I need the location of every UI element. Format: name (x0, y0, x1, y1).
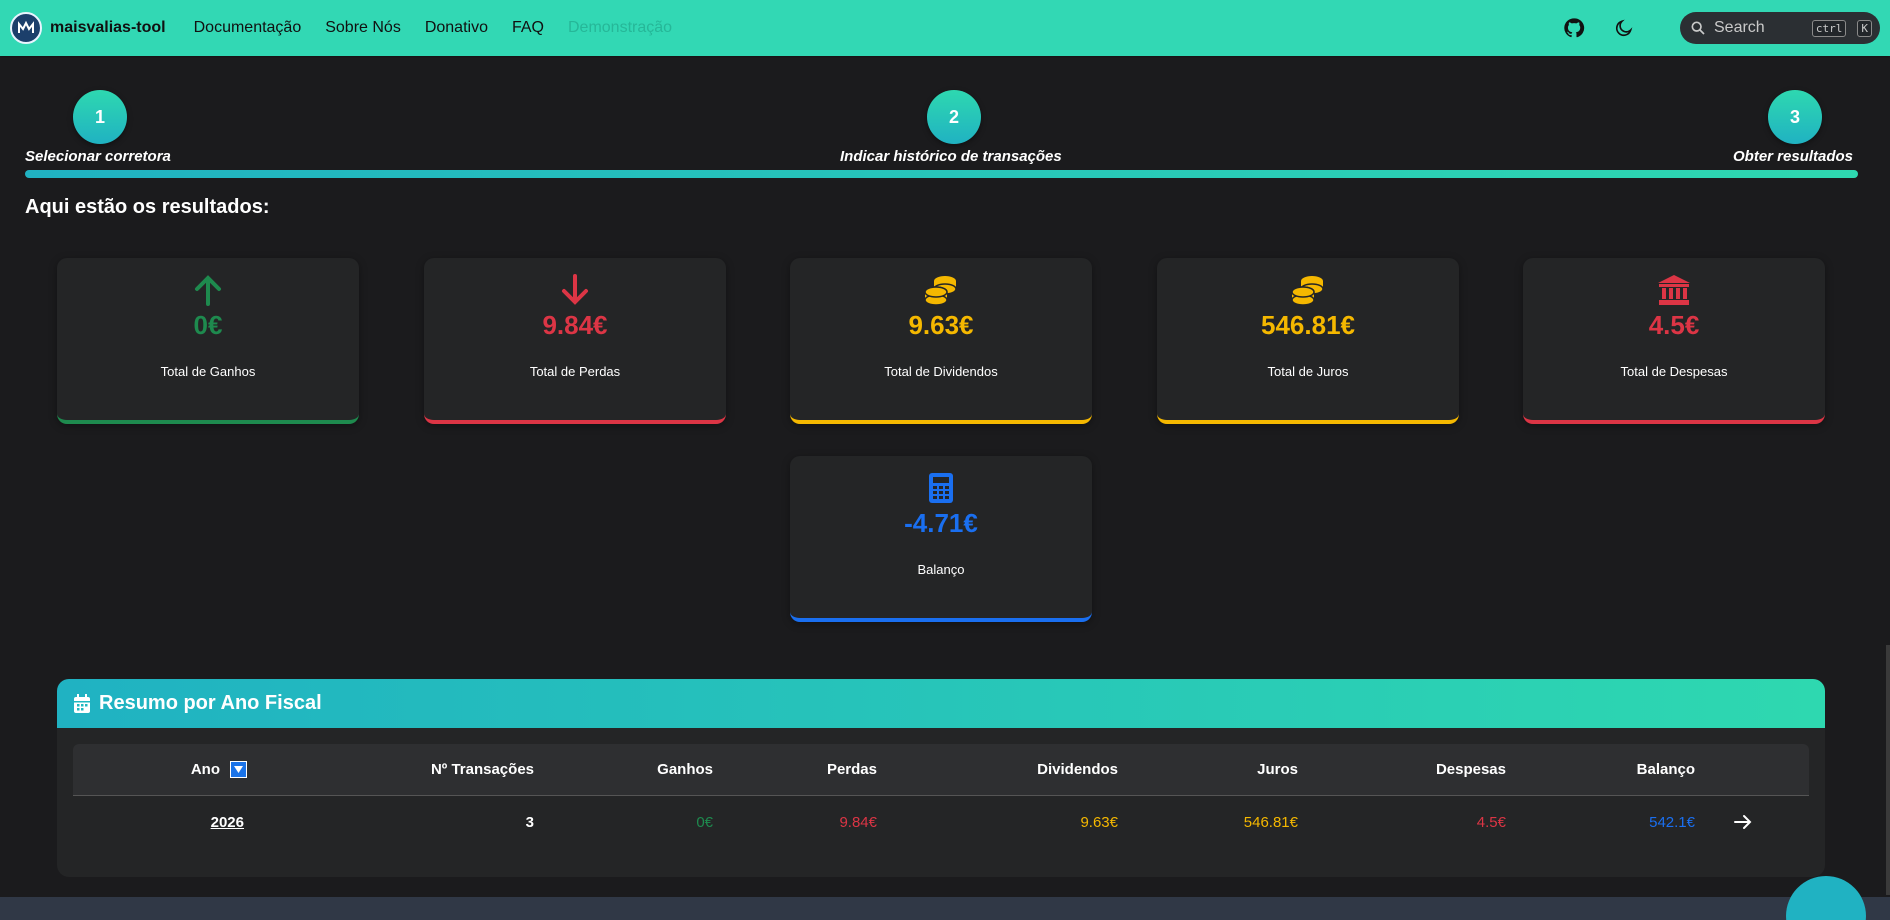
github-icon[interactable] (1560, 14, 1588, 42)
arrow-right-icon[interactable] (1723, 796, 1763, 848)
card-label: Total de Ganhos (160, 364, 256, 379)
nav-link-donativo[interactable]: Donativo (425, 19, 488, 37)
step-2: 2 (927, 90, 981, 144)
search-icon (1691, 21, 1705, 35)
row-balanco: 542.1€ (1649, 813, 1695, 831)
card-total-juros: 546.81€ Total de Juros (1157, 258, 1459, 424)
card-value: 546.81€ (1261, 310, 1355, 340)
coins-icon (790, 274, 1092, 308)
card-value: 4.5€ (1648, 310, 1700, 340)
fiscal-summary-panel: Resumo por Ano Fiscal Ano Nº Transações … (57, 679, 1825, 877)
column-header-despesas: Despesas (1435, 761, 1506, 778)
step-3-circle: 3 (1768, 90, 1822, 144)
bank-icon (1523, 274, 1825, 308)
sort-dropdown-icon[interactable] (230, 761, 247, 778)
shortcut-key-ctrl: ctrl (1811, 19, 1847, 37)
calendar-icon (74, 693, 90, 713)
column-header-ganhos: Ganhos (657, 761, 713, 778)
card-label: Total de Despesas (1620, 364, 1728, 379)
column-header-ano[interactable]: Ano (73, 744, 247, 795)
card-label: Balanço (917, 562, 965, 577)
step-3-label: Obter resultados (1733, 148, 1854, 165)
nav-link-documentacao[interactable]: Documentação (194, 19, 302, 37)
row-dividendos: 9.63€ (1080, 813, 1118, 831)
card-value: 0€ (193, 310, 223, 340)
card-value: -4.71€ (904, 508, 978, 538)
row-perdas: 9.84€ (839, 813, 877, 831)
column-header-juros: Juros (1257, 761, 1298, 778)
card-label: Total de Dividendos (884, 364, 998, 379)
stepper-progress-bar (25, 170, 1858, 178)
row-year-link[interactable]: 2026 (73, 796, 244, 848)
shortcut-key-k: K (1857, 19, 1872, 37)
results-title: Aqui estão os resultados: (25, 196, 270, 218)
fiscal-summary-table: Ano Nº Transações Ganhos Perdas Dividend… (73, 744, 1809, 848)
search-placeholder: Search (1714, 19, 1765, 36)
column-header-transacoes: Nº Transações (430, 761, 534, 778)
step-1-circle: 1 (73, 90, 127, 144)
row-despesas: 4.5€ (1476, 813, 1506, 831)
card-balanco: -4.71€ Balanço (790, 456, 1092, 622)
fiscal-summary-title: Resumo por Ano Fiscal (99, 692, 322, 714)
step-2-circle: 2 (927, 90, 981, 144)
card-label: Total de Perdas (529, 364, 621, 379)
row-juros: 546.81€ (1243, 813, 1298, 831)
table-header-row: Ano Nº Transações Ganhos Perdas Dividend… (73, 744, 1809, 796)
step-1: 1 (73, 90, 127, 144)
coins-icon (1157, 274, 1459, 308)
arrow-down-icon (424, 274, 726, 308)
card-total-despesas: 4.5€ Total de Despesas (1523, 258, 1825, 424)
step-2-label: Indicar histórico de transações (840, 148, 1062, 165)
nav-link-faq[interactable]: FAQ (512, 19, 544, 37)
navbar: maisvalias-tool Documentação Sobre Nós D… (0, 0, 1890, 56)
nav-link-demonstracao[interactable]: Demonstração (568, 19, 672, 37)
footer-strip (0, 897, 1890, 920)
row-ganhos: 0€ (696, 813, 713, 831)
column-header-dividendos: Dividendos (1037, 761, 1118, 778)
fiscal-summary-header: Resumo por Ano Fiscal (57, 679, 1825, 728)
card-total-ganhos: 0€ Total de Ganhos (57, 258, 359, 424)
column-header-ano-label: Ano (190, 761, 220, 778)
row-transacoes: 3 (525, 813, 534, 831)
brand[interactable]: maisvalias-tool (10, 12, 166, 44)
scroll-top-button[interactable] (1786, 876, 1866, 920)
table-row: 2026 3 0€ 9.84€ 9.63€ 546.81€ 4.5€ 542.1… (73, 796, 1809, 848)
card-total-perdas: 9.84€ Total de Perdas (424, 258, 726, 424)
scrollbar[interactable] (1886, 645, 1890, 895)
step-1-label: Selecionar corretora (25, 148, 171, 165)
column-header-perdas: Perdas (826, 761, 877, 778)
card-value: 9.84€ (542, 310, 608, 340)
card-value: 9.63€ (908, 310, 974, 340)
brand-title: maisvalias-tool (50, 19, 166, 36)
logo-icon (10, 12, 42, 44)
card-total-dividendos: 9.63€ Total de Dividendos (790, 258, 1092, 424)
card-label: Total de Juros (1267, 364, 1349, 379)
calculator-icon (790, 472, 1092, 506)
column-header-balanco: Balanço (1636, 761, 1695, 778)
arrow-up-icon (57, 274, 359, 308)
step-3: 3 (1768, 90, 1822, 144)
search-input[interactable]: Search ctrl K (1680, 12, 1880, 44)
moon-icon[interactable] (1610, 14, 1638, 42)
nav-link-sobre-nos[interactable]: Sobre Nós (325, 19, 401, 37)
